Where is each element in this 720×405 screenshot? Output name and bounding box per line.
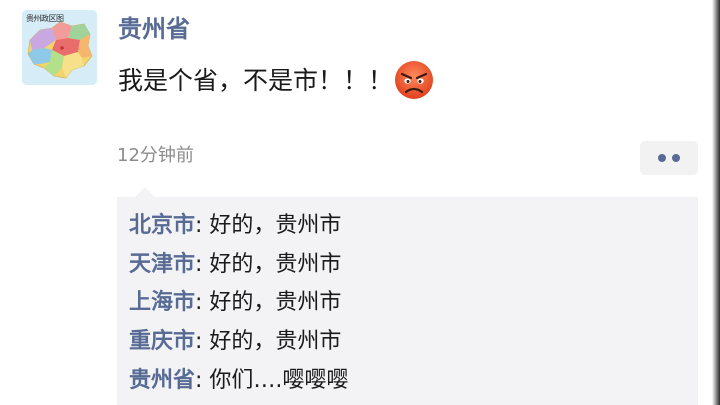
comment-separator: : — [195, 213, 210, 238]
comment-author[interactable]: 贵州省 — [129, 368, 195, 393]
comment-text: 好的，贵州市 — [209, 290, 342, 315]
post-author-name[interactable]: 贵州省 — [118, 13, 190, 45]
comment-separator: : — [195, 329, 210, 354]
dot-icon — [658, 154, 666, 162]
comments-pointer — [135, 187, 155, 197]
comment-author[interactable]: 北京市 — [129, 213, 195, 238]
comment-row: 天津市: 好的，贵州市 — [129, 250, 341, 280]
comment-row: 上海市: 好的，贵州市 — [129, 288, 341, 318]
comment-row: 北京市: 好的，贵州市 — [129, 211, 341, 241]
comment-separator: : — [195, 252, 210, 277]
dot-icon — [672, 154, 680, 162]
comment-row: 重庆市: 好的，贵州市 — [129, 327, 341, 357]
post-time: 12分钟前 — [117, 145, 194, 166]
post-text: 我是个省，不是市！！！ — [118, 66, 394, 95]
comment-author[interactable]: 上海市 — [129, 290, 195, 315]
avatar-caption: 贵州政区图 — [26, 14, 64, 23]
comment-separator: : — [195, 290, 210, 315]
more-actions-button[interactable] — [640, 141, 698, 175]
angry-face-icon — [395, 61, 433, 99]
screen-edge-shadow — [712, 0, 720, 405]
comment-row: 贵州省: 你们….嘤嘤嘤 — [129, 366, 348, 396]
comments-panel: 北京市: 好的，贵州市 天津市: 好的，贵州市 上海市: 好的，贵州市 重庆市:… — [117, 197, 698, 405]
comment-text: 好的，贵州市 — [209, 329, 342, 354]
comment-author[interactable]: 天津市 — [129, 252, 195, 277]
avatar[interactable]: 贵州政区图 — [22, 10, 97, 85]
comment-text: 好的，贵州市 — [209, 213, 342, 238]
comment-separator: : — [195, 368, 210, 393]
comment-text: 你们….嘤嘤嘤 — [209, 368, 349, 393]
comment-text: 好的，贵州市 — [209, 252, 342, 277]
comment-author[interactable]: 重庆市 — [129, 329, 195, 354]
